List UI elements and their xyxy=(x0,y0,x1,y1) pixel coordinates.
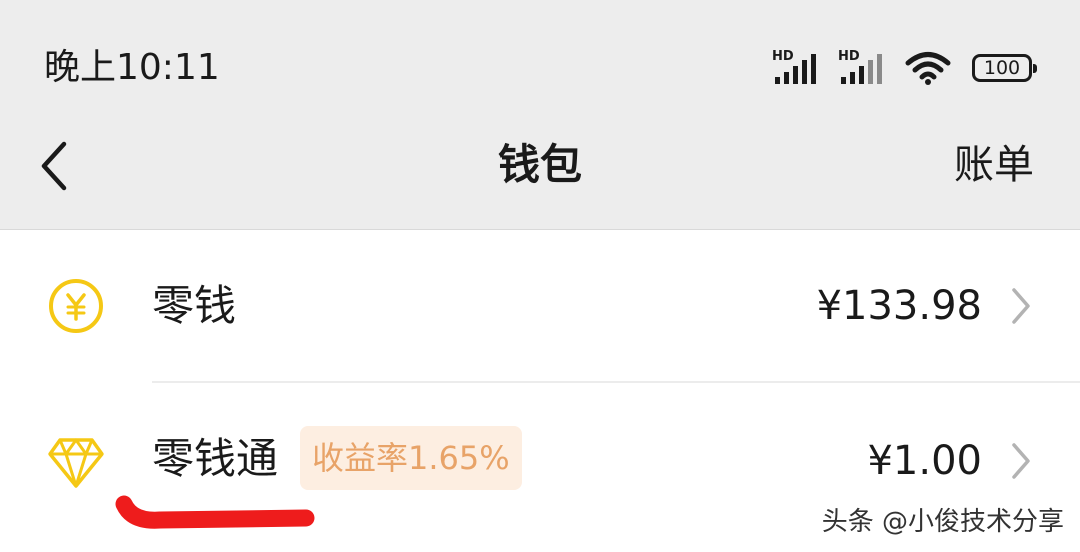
yuan-coin-icon xyxy=(49,279,103,333)
wallet-item-label: 零钱 xyxy=(152,281,237,330)
wallet-item-amount: ¥1.00 xyxy=(867,438,982,484)
wallet-item-amount: ¥133.98 xyxy=(816,283,982,329)
wallet-screen: 晚上10:11 HD HD 100 钱包 账单 零钱 ¥133.98 零钱通 收… xyxy=(0,0,1080,552)
diamond-icon xyxy=(48,438,104,488)
signal-hd-icon: HD xyxy=(838,50,890,86)
wifi-icon xyxy=(905,52,951,85)
yield-rate-badge: 收益率1.65% xyxy=(300,426,522,490)
signal-hd-icon: HD xyxy=(772,50,824,86)
battery-level: 100 xyxy=(983,57,1021,79)
status-icons: HD HD 100 xyxy=(772,48,1037,88)
page-title: 钱包 xyxy=(497,140,582,189)
battery-icon: 100 xyxy=(972,54,1037,82)
status-time: 晚上10:11 xyxy=(44,47,220,88)
wallet-item-change[interactable]: 零钱 ¥133.98 xyxy=(0,231,1080,381)
divider xyxy=(152,381,1080,383)
header-area: 晚上10:11 HD HD 100 钱包 账单 xyxy=(0,0,1080,230)
bill-button[interactable]: 账单 xyxy=(954,138,1034,192)
chevron-right-icon xyxy=(1012,288,1030,324)
chevron-right-icon xyxy=(1012,443,1030,479)
wallet-item-label: 零钱通 xyxy=(152,434,279,483)
watermark: 头条 @小俊技术分享 xyxy=(819,506,1066,538)
